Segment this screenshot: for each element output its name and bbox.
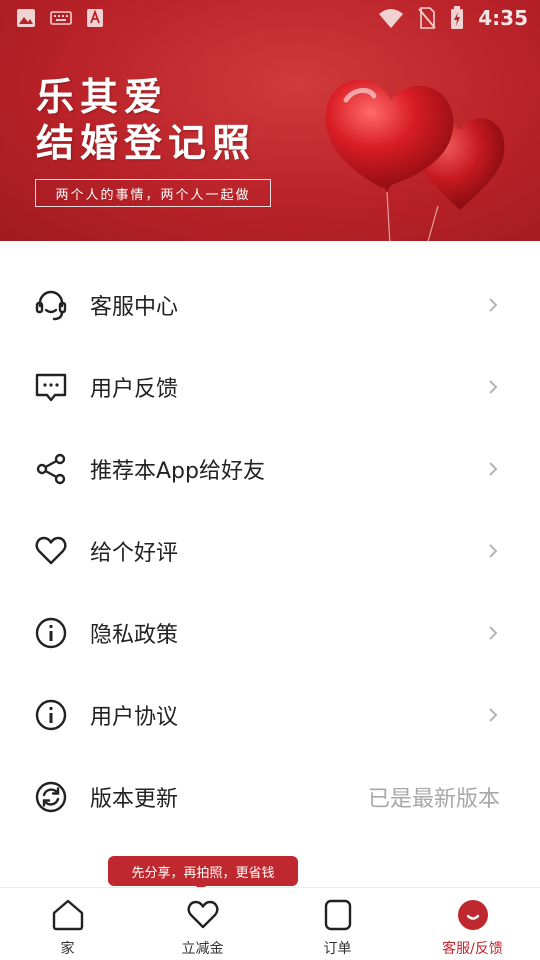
nav-tab-service-feedback[interactable]: 客服/反馈	[405, 888, 540, 960]
nav-tab-label: 家	[60, 941, 75, 957]
status-time: 4:35	[478, 6, 528, 30]
menu-item-label: 版本更新	[90, 787, 179, 812]
menu-item-privacy-policy[interactable]: 隐私政策	[0, 592, 540, 674]
nav-tab-orders[interactable]: 订单	[270, 888, 405, 960]
status-bar: 4:35	[0, 0, 540, 36]
heart-icon	[34, 534, 68, 568]
chevron-right-icon	[488, 624, 500, 642]
nav-tab-label: 立减金	[181, 941, 224, 957]
menu-item-label: 给个好评	[90, 541, 179, 566]
menu-item-feedback[interactable]: 用户反馈	[0, 346, 540, 428]
text-a-icon	[86, 8, 104, 28]
header-banner: 4:35 乐其爱 结婚登记照 两个人的事情，两个人一起做	[0, 0, 540, 241]
home-icon	[51, 898, 85, 932]
banner-slogan: 两个人的事情，两个人一起做	[35, 179, 271, 207]
nav-tab-label: 客服/反馈	[442, 941, 503, 957]
heart-icon	[186, 898, 220, 932]
version-status: 已是最新版本	[367, 787, 500, 812]
chevron-right-icon	[488, 542, 500, 560]
menu-item-recommend-app[interactable]: 推荐本App给好友	[0, 428, 540, 510]
keyboard-icon	[50, 10, 72, 26]
menu-item-label: 隐私政策	[90, 623, 179, 648]
menu-item-label: 客服中心	[90, 295, 179, 320]
heart-balloons-illustration	[310, 60, 520, 241]
wifi-icon	[378, 8, 404, 28]
nav-tab-discount[interactable]: 立减金	[135, 888, 270, 960]
smile-icon	[456, 898, 490, 932]
menu-item-user-agreement[interactable]: 用户协议	[0, 674, 540, 756]
order-icon	[321, 898, 355, 932]
chevron-right-icon	[488, 378, 500, 396]
refresh-icon	[34, 780, 68, 814]
settings-menu: 客服中心 用户反馈 推荐本App给好友 给个好评 隐私政策 用户协议 版本更新 …	[0, 264, 540, 838]
bottom-nav: 家 立减金 订单 客服/反馈	[0, 887, 540, 960]
chevron-right-icon	[488, 296, 500, 314]
nav-tab-home[interactable]: 家	[0, 888, 135, 960]
info-icon	[34, 616, 68, 650]
menu-item-label: 用户反馈	[90, 377, 179, 402]
chevron-right-icon	[488, 706, 500, 724]
banner-title-line1: 乐其爱	[36, 74, 169, 119]
info-icon	[34, 698, 68, 732]
headset-icon	[34, 288, 68, 322]
chevron-right-icon	[488, 460, 500, 478]
banner-title-line2: 结婚登记照	[36, 120, 257, 165]
menu-item-customer-service[interactable]: 客服中心	[0, 264, 540, 346]
menu-item-rate[interactable]: 给个好评	[0, 510, 540, 592]
menu-item-version-update[interactable]: 版本更新 已是最新版本	[0, 756, 540, 838]
no-sim-icon	[418, 7, 436, 29]
chat-bubble-icon	[34, 370, 68, 404]
nav-tab-label: 订单	[323, 941, 352, 957]
menu-item-label: 推荐本App给好友	[90, 459, 265, 484]
banner-title: 乐其爱 结婚登记照	[36, 74, 256, 166]
image-icon	[16, 8, 36, 28]
share-promo-tooltip[interactable]: 先分享，再拍照，更省钱	[108, 856, 298, 886]
battery-charging-icon	[450, 6, 464, 30]
menu-item-label: 用户协议	[90, 705, 179, 730]
share-icon	[34, 452, 68, 486]
